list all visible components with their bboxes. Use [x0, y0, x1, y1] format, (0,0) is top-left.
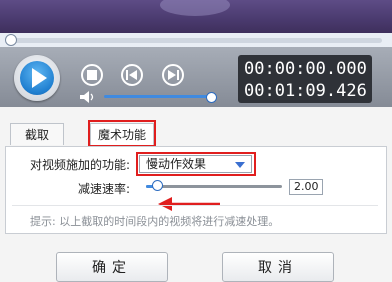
speed-slider[interactable] — [146, 185, 282, 188]
seek-bar-area — [0, 33, 392, 47]
tab-bar: 截取 魔术功能 — [0, 119, 392, 146]
stop-icon — [87, 70, 97, 80]
divider — [12, 205, 378, 206]
next-frame-button[interactable] — [162, 64, 184, 86]
highlight-box-tab — [88, 120, 156, 147]
step-forward-icon — [168, 70, 179, 80]
volume-slider[interactable] — [104, 95, 210, 98]
hint-text: 提示: 以上截取的时间段内的视频将进行减速处理。 — [30, 215, 280, 228]
volume-icon[interactable] — [80, 91, 96, 103]
play-button[interactable] — [14, 55, 60, 101]
cancel-button[interactable]: 取消 — [222, 252, 334, 282]
current-time: 00:00:00.000 — [244, 59, 367, 79]
play-icon — [32, 68, 47, 88]
stop-button[interactable] — [81, 64, 103, 86]
tab-cut[interactable]: 截取 — [10, 123, 64, 145]
video-preview — [0, 0, 392, 33]
speed-handle[interactable] — [152, 180, 163, 191]
seek-handle[interactable] — [5, 34, 17, 46]
speed-input[interactable]: 2.00 — [289, 179, 323, 195]
speed-label: 减速速率: — [78, 182, 131, 196]
player-controls: 00:00:00.000 00:01:09.426 — [0, 47, 392, 107]
time-display: 00:00:00.000 00:01:09.426 — [238, 55, 372, 103]
highlight-box-select — [136, 152, 256, 176]
total-time: 00:01:09.426 — [244, 81, 367, 101]
previous-frame-button[interactable] — [121, 64, 143, 86]
effect-label: 对视频施加的功能: — [30, 158, 131, 172]
arrow-left-icon — [158, 197, 220, 211]
ok-button[interactable]: 确定 — [56, 252, 168, 282]
volume-handle[interactable] — [206, 92, 217, 103]
step-back-icon — [126, 70, 137, 80]
seek-bar[interactable] — [10, 38, 382, 43]
